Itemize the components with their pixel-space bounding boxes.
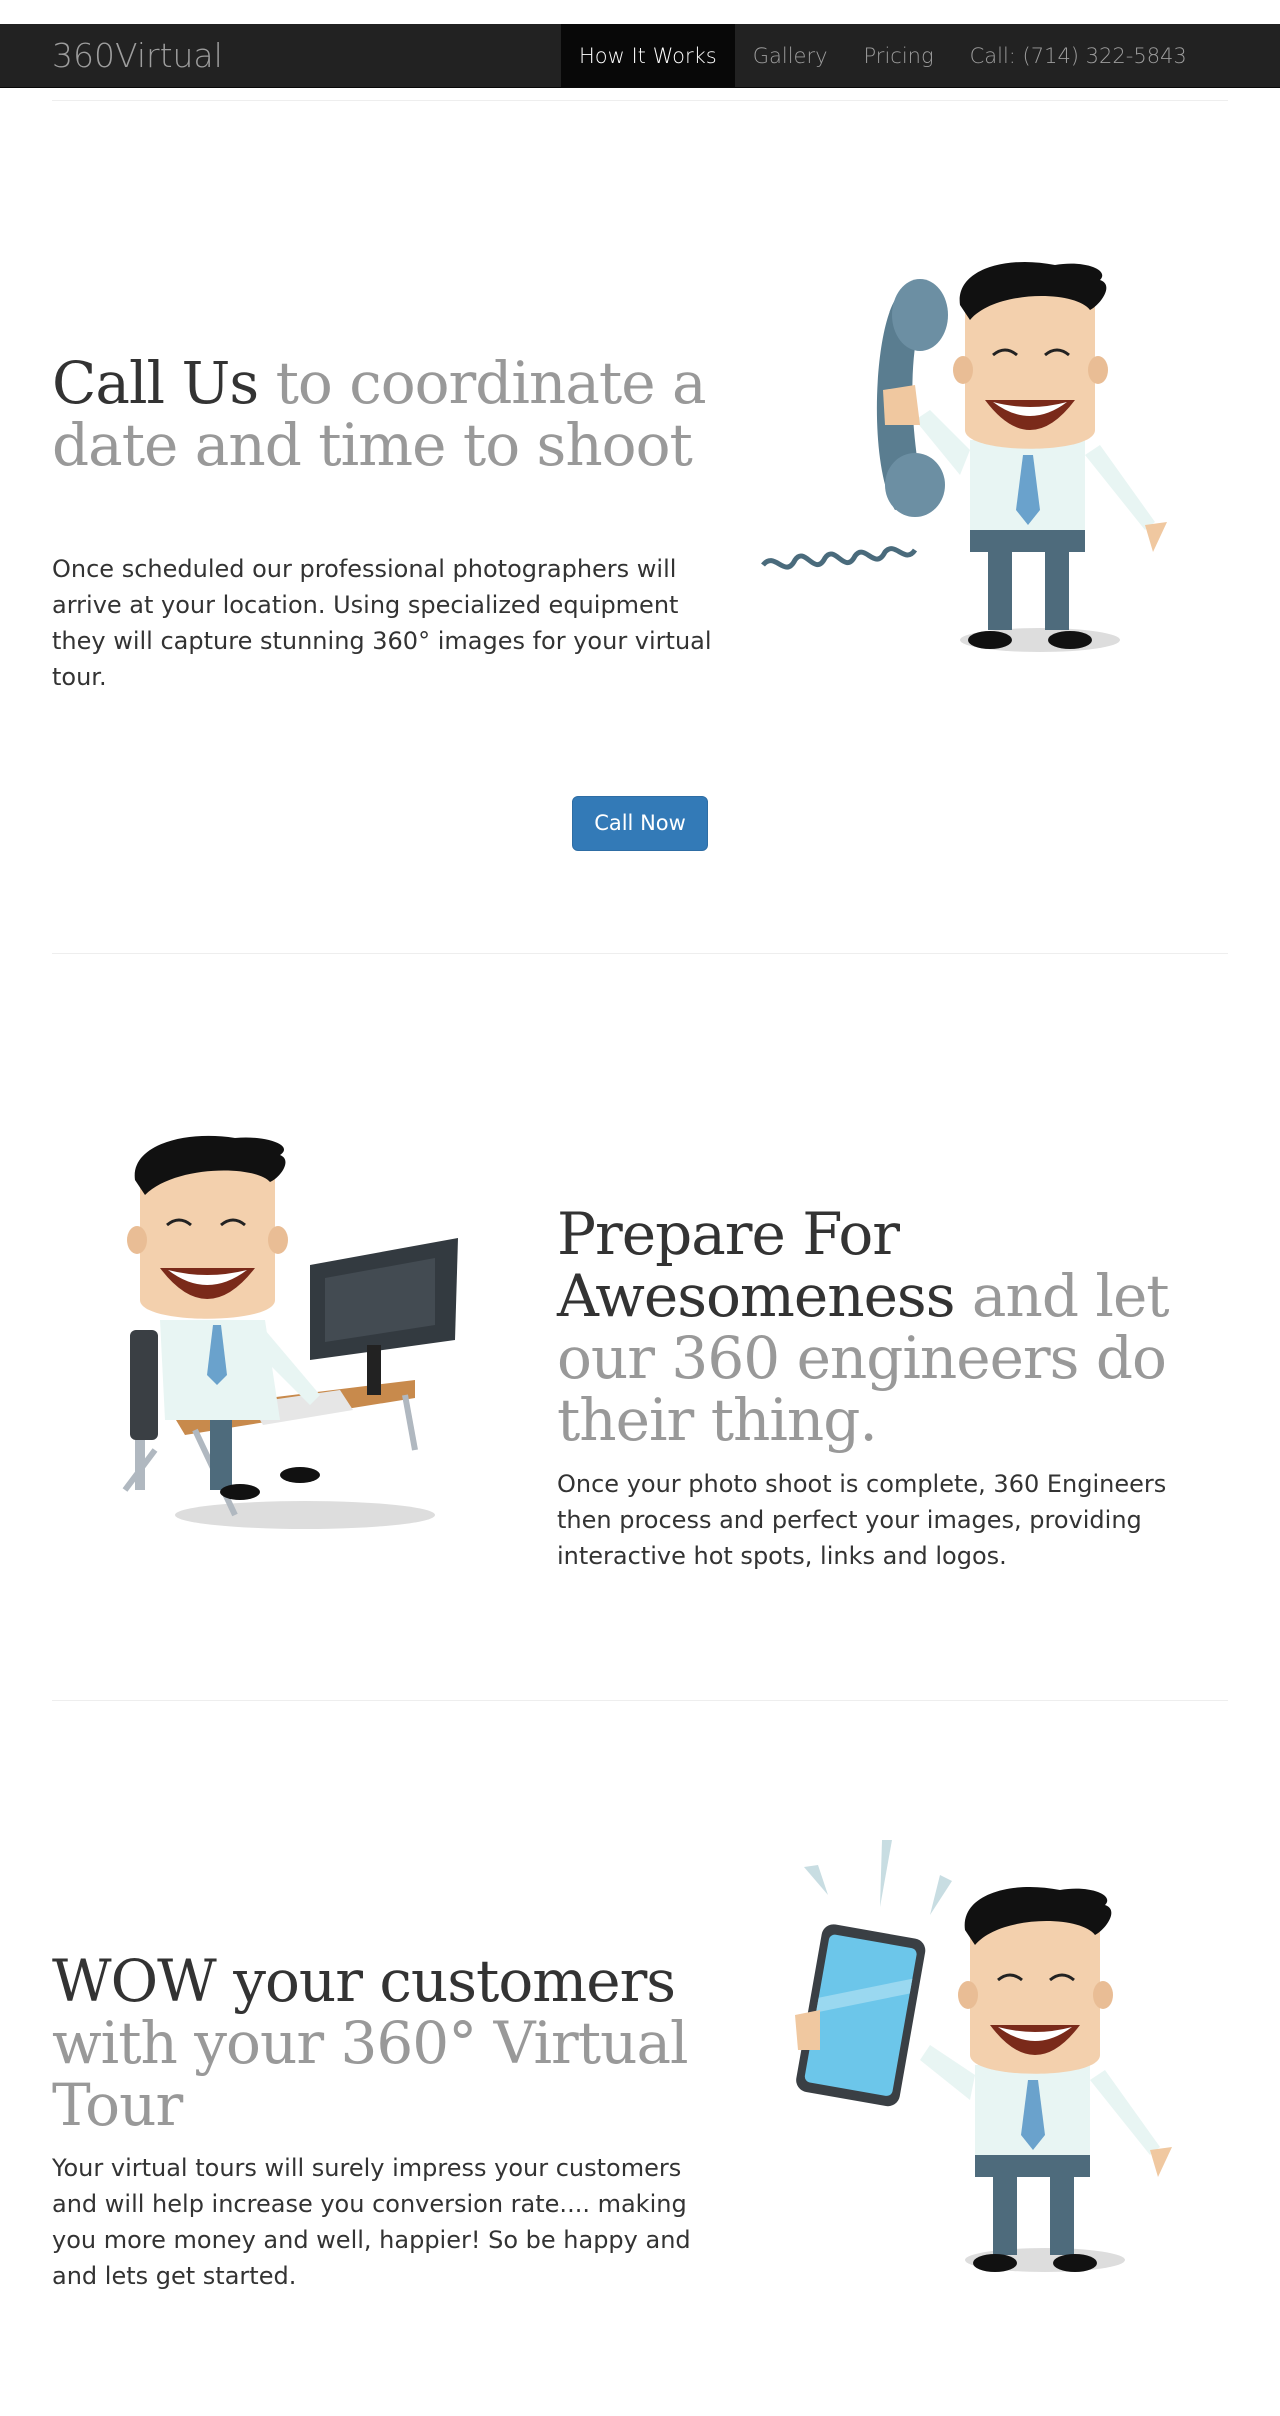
call-now-button[interactable]: Call Now bbox=[572, 796, 708, 851]
section-text-wow: Your virtual tours will surely impress y… bbox=[52, 2154, 691, 2290]
businessman-with-tablet-illustration bbox=[795, 1840, 1172, 2272]
nav-gallery[interactable]: Gallery bbox=[735, 24, 846, 88]
section-heading-wow: WOW your customers with your 360° Virtua… bbox=[52, 1950, 732, 2136]
brand-logo[interactable]: 360Virtual bbox=[52, 34, 223, 78]
nav-call-phone[interactable]: Call: (714) 322-5843 bbox=[952, 24, 1205, 88]
heading-strong: WOW your customers bbox=[52, 1947, 676, 2015]
section-text-prepare: Once your photo shoot is complete, 360 E… bbox=[557, 1470, 1167, 1570]
divider bbox=[52, 1700, 1228, 1701]
heading-strong: Prepare For Awesomeness bbox=[557, 1200, 955, 1330]
section-heading-call-us: Call Us to coordinate a date and time to… bbox=[52, 352, 732, 476]
businessman-at-computer-illustration bbox=[122, 1135, 458, 1529]
top-navbar: 360Virtual How It Works Gallery Pricing … bbox=[0, 24, 1280, 88]
section-text-call-us: Once scheduled our professional photogra… bbox=[52, 555, 712, 691]
businessman-on-phone-illustration bbox=[761, 261, 1167, 652]
divider bbox=[52, 953, 1228, 954]
heading-strong: Call Us bbox=[52, 349, 259, 417]
main-nav: How It Works Gallery Pricing Call: (714)… bbox=[561, 24, 1205, 88]
section-heading-prepare: Prepare For Awesomeness and let our 360 … bbox=[557, 1203, 1237, 1451]
nav-pricing[interactable]: Pricing bbox=[846, 24, 952, 88]
divider bbox=[52, 100, 1228, 101]
heading-muted: with your 360° Virtual Tour bbox=[52, 2009, 689, 2139]
nav-how-it-works[interactable]: How It Works bbox=[561, 24, 735, 88]
